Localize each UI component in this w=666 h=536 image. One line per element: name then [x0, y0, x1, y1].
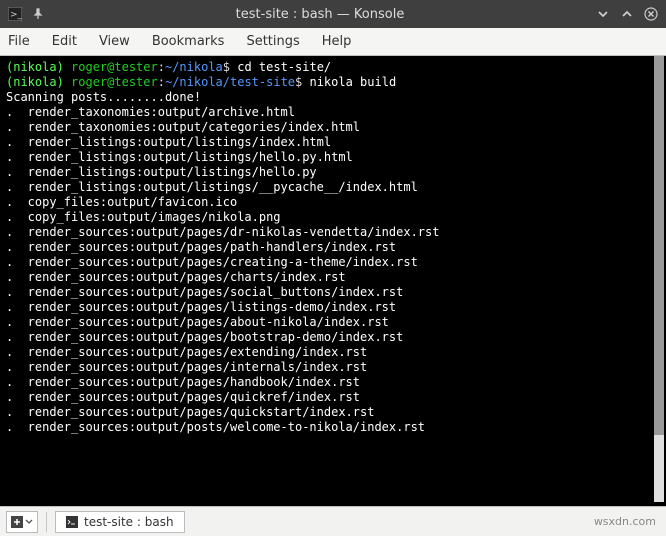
output-line: . render_sources:output/pages/quickref/i…	[6, 390, 660, 405]
output-line: . render_sources:output/pages/social_but…	[6, 285, 660, 300]
new-tab-button[interactable]	[6, 511, 38, 533]
output-line: . render_sources:output/posts/welcome-to…	[6, 420, 660, 435]
output-line: . render_sources:output/pages/charts/ind…	[6, 270, 660, 285]
output-line: . render_listings:output/listings/index.…	[6, 135, 660, 150]
minimize-button[interactable]	[596, 7, 610, 21]
separator	[46, 512, 47, 532]
menu-view[interactable]: View	[99, 34, 130, 49]
output-line: . render_listings:output/listings/hello.…	[6, 150, 660, 165]
maximize-button[interactable]	[620, 7, 634, 21]
output-line: . render_sources:output/pages/about-niko…	[6, 315, 660, 330]
output-line: . render_sources:output/pages/listings-d…	[6, 300, 660, 315]
terminal-icon	[66, 516, 78, 528]
tab-test-site-bash[interactable]: test-site : bash	[55, 511, 185, 533]
output-line: . copy_files:output/images/nikola.png	[6, 210, 660, 225]
output-line: . render_sources:output/pages/quickstart…	[6, 405, 660, 420]
output-line: . render_sources:output/pages/creating-a…	[6, 255, 660, 270]
menu-help[interactable]: Help	[322, 34, 352, 49]
window-title: test-site : bash — Konsole	[44, 7, 596, 22]
output-line: . render_sources:output/pages/dr-nikolas…	[6, 225, 660, 240]
menubar: File Edit View Bookmarks Settings Help	[0, 28, 666, 56]
output-line: . render_sources:output/pages/handbook/i…	[6, 375, 660, 390]
output-line: . copy_files:output/favicon.ico	[6, 195, 660, 210]
output-line: . render_sources:output/pages/extending/…	[6, 345, 660, 360]
output-line: . render_sources:output/pages/bootstrap-…	[6, 330, 660, 345]
output-line: . render_listings:output/listings/__pyca…	[6, 180, 660, 195]
output-line: Scanning posts........done!	[6, 90, 660, 105]
menu-file[interactable]: File	[8, 34, 30, 49]
pin-icon[interactable]	[32, 8, 44, 20]
output-line: . render_sources:output/pages/path-handl…	[6, 240, 660, 255]
tab-label: test-site : bash	[84, 515, 174, 529]
menu-settings[interactable]: Settings	[246, 34, 299, 49]
titlebar: >_ test-site : bash — Konsole	[0, 0, 666, 28]
watermark: wsxdn.com	[594, 515, 656, 528]
output-line: . render_taxonomies:output/archive.html	[6, 105, 660, 120]
app-icon: >_	[8, 7, 22, 21]
output-line: . render_sources:output/pages/internals/…	[6, 360, 660, 375]
menu-edit[interactable]: Edit	[52, 34, 77, 49]
close-button[interactable]	[644, 7, 658, 21]
chevron-down-icon	[25, 518, 33, 526]
prompt-line: (nikola) roger@tester:~/nikola/test-site…	[6, 75, 660, 90]
scrollbar-thumb[interactable]	[654, 56, 664, 435]
output-line: . render_listings:output/listings/hello.…	[6, 165, 660, 180]
terminal-viewport[interactable]: (nikola) roger@tester:~/nikola$ cd test-…	[0, 56, 666, 506]
output-line: . render_taxonomies:output/categories/in…	[6, 120, 660, 135]
prompt-line: (nikola) roger@tester:~/nikola$ cd test-…	[6, 60, 660, 75]
svg-text:>_: >_	[10, 10, 22, 20]
menu-bookmarks[interactable]: Bookmarks	[152, 34, 225, 49]
statusbar: test-site : bash	[0, 506, 666, 536]
scrollbar[interactable]	[654, 56, 664, 502]
